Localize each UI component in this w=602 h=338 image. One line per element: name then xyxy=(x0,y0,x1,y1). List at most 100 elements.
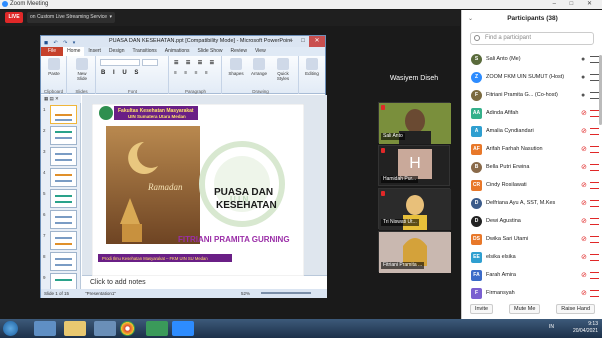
mic-icon[interactable]: ● xyxy=(581,73,587,82)
slide-thumb-7[interactable] xyxy=(50,231,77,250)
chevron-down-icon[interactable]: ⌄ xyxy=(468,12,473,26)
video-tile-sali-anto[interactable]: Sali Anto xyxy=(378,102,451,144)
tab-animations[interactable]: Animations xyxy=(161,47,194,56)
participant-row[interactable]: F Firmansyah ⊘ xyxy=(462,285,602,303)
tab-insert[interactable]: Insert xyxy=(84,47,105,56)
invite-button[interactable]: Invite xyxy=(469,304,494,314)
slide-thumb-8[interactable] xyxy=(50,252,77,271)
align-buttons[interactable]: ≡ ≡ ≡ ≡ xyxy=(174,70,211,76)
editing-button[interactable]: Editing xyxy=(301,58,323,76)
camera-off-icon[interactable] xyxy=(590,146,599,153)
tab-transitions[interactable]: Transitions xyxy=(129,47,161,56)
slide-thumb-1[interactable] xyxy=(50,105,77,124)
camera-off-icon[interactable] xyxy=(590,218,599,225)
participant-row[interactable]: AF Arifah Farhah Nasution ⊘ xyxy=(462,141,602,159)
video-tile-hamidah[interactable]: H Hamidah Pur... xyxy=(378,145,450,186)
muted-mic-icon[interactable]: ⊘ xyxy=(581,145,587,154)
zoom-level[interactable]: 52% xyxy=(241,289,250,298)
participant-row[interactable]: EE elsika elsika ⊘ xyxy=(462,249,602,267)
camera-off-icon[interactable] xyxy=(590,200,599,207)
minimize-icon[interactable]: – xyxy=(285,36,297,47)
search-icon xyxy=(474,35,480,41)
camera-off-icon[interactable] xyxy=(590,182,599,189)
taskbar-app-media[interactable] xyxy=(94,321,116,336)
muted-mic-icon[interactable]: ⊘ xyxy=(581,127,587,136)
camera-off-icon[interactable] xyxy=(590,254,599,261)
participant-row[interactable]: F Fitriani Pramita G... (Co-host) ● xyxy=(462,87,602,105)
participant-row[interactable]: Z ZOOM FKM UIN SUMUT (Host) ● xyxy=(462,69,602,87)
start-button[interactable] xyxy=(3,321,18,336)
muted-mic-icon[interactable]: ⊘ xyxy=(581,199,587,208)
participant-row[interactable]: DS Dwika Sari Utami ⊘ xyxy=(462,231,602,249)
new-slide-button[interactable]: New Slide xyxy=(72,58,92,81)
quick-access-toolbar[interactable]: ◼ ↶ ↷ ▾ xyxy=(44,38,77,49)
camera-off-icon[interactable] xyxy=(590,92,599,99)
muted-mic-icon[interactable]: ⊘ xyxy=(581,181,587,190)
muted-mic-icon[interactable]: ⊘ xyxy=(581,163,587,172)
muted-mic-icon[interactable]: ⊘ xyxy=(581,217,587,226)
system-tray[interactable]: IN 9:13 20/04/2021 xyxy=(549,321,598,335)
live-stream-dropdown[interactable]: on Custom Live Streaming Service ▾ xyxy=(27,12,115,23)
font-format-buttons[interactable]: B I U S xyxy=(101,70,141,76)
live-badge[interactable]: LIVE xyxy=(5,12,23,23)
camera-off-icon[interactable] xyxy=(590,236,599,243)
camera-off-icon[interactable] xyxy=(590,272,599,279)
mute-me-button[interactable]: Mute Me xyxy=(508,304,541,314)
taskbar-app-explorer[interactable] xyxy=(64,321,86,336)
font-name-box[interactable] xyxy=(100,59,140,66)
taskbar-app-ie[interactable] xyxy=(34,321,56,336)
participant-row[interactable]: A Amalia Cyndiandari ⊘ xyxy=(462,123,602,141)
muted-mic-icon[interactable]: ⊘ xyxy=(581,109,587,118)
camera-off-icon[interactable] xyxy=(590,56,599,63)
mic-icon[interactable]: ● xyxy=(581,91,587,100)
zoom-slider[interactable] xyxy=(261,292,311,294)
participant-row[interactable]: AA Adinda Afifah ⊘ xyxy=(462,105,602,123)
tab-slide-show[interactable]: Slide Show xyxy=(194,47,227,56)
slide-thumb-2[interactable] xyxy=(50,126,77,145)
paste-button[interactable]: Paste xyxy=(44,58,64,76)
font-size-box[interactable] xyxy=(142,59,158,66)
muted-mic-icon[interactable]: ⊘ xyxy=(581,235,587,244)
slide-thumb-9[interactable] xyxy=(50,273,77,289)
mic-icon[interactable]: ● xyxy=(581,55,587,64)
participant-row[interactable]: D Delfriana Ayu A, SST, M.Kes ⊘ xyxy=(462,195,602,213)
slide-thumb-5[interactable] xyxy=(50,189,77,208)
camera-off-icon[interactable] xyxy=(590,74,599,81)
taskbar-app-chrome[interactable] xyxy=(120,321,135,336)
tab-view[interactable]: View xyxy=(251,47,270,56)
notes-pane[interactable]: Click to add notes xyxy=(82,275,327,289)
participant-row[interactable]: FA Farah Amira ⊘ xyxy=(462,267,602,285)
quick-styles-button[interactable]: Quick Styles xyxy=(271,58,295,81)
camera-off-icon[interactable] xyxy=(590,128,599,135)
camera-off-icon[interactable] xyxy=(590,164,599,171)
muted-mic-icon[interactable]: ⊘ xyxy=(581,253,587,262)
language-indicator[interactable]: IN xyxy=(549,324,554,331)
slides-outline-tabs[interactable]: ▦ ▤ ✕ xyxy=(41,95,81,103)
participant-row[interactable]: S Sali Anto (Me) ● xyxy=(462,51,602,69)
video-tile-fitriani[interactable]: Fitriani Pramita ... xyxy=(378,231,451,273)
shapes-button[interactable]: Shapes xyxy=(225,58,247,76)
participant-row[interactable]: CR Cindy Rosilawati ⊘ xyxy=(462,177,602,195)
tab-design[interactable]: Design xyxy=(105,47,129,56)
camera-off-icon[interactable] xyxy=(590,110,599,117)
slide-thumb-4[interactable] xyxy=(50,168,77,187)
participant-search-input[interactable]: Find a participant xyxy=(470,32,594,45)
paragraph-buttons[interactable]: ☰ ☰ ☰ ☰ xyxy=(174,60,217,66)
close-icon[interactable]: ✕ xyxy=(309,36,325,47)
arrange-button[interactable]: Arrange xyxy=(248,58,270,76)
participant-row[interactable]: D Dewi Agustina ⊘ xyxy=(462,213,602,231)
raise-hand-button[interactable]: Raise Hand xyxy=(556,304,596,314)
taskbar-app-green[interactable] xyxy=(146,321,168,336)
window-controls[interactable]: – □ ✕ xyxy=(553,0,598,9)
participant-row[interactable]: B Bella Putri Erwina ⊘ xyxy=(462,159,602,177)
slide-thumb-3[interactable] xyxy=(50,147,77,166)
video-tile-tri-niswati[interactable]: Tri Niswati Ut... xyxy=(378,188,451,230)
tab-review[interactable]: Review xyxy=(227,47,251,56)
slide-thumb-6[interactable] xyxy=(50,210,77,229)
camera-off-icon[interactable] xyxy=(590,290,599,297)
muted-mic-icon[interactable]: ⊘ xyxy=(581,289,587,298)
taskbar-app-zoom[interactable] xyxy=(172,321,194,336)
muted-mic-icon[interactable]: ⊘ xyxy=(581,271,587,280)
maximize-icon[interactable]: □ xyxy=(297,36,309,47)
slide-thumbnails-pane[interactable]: 1 2 3 4 5 6 7 8 9 xyxy=(41,103,81,289)
